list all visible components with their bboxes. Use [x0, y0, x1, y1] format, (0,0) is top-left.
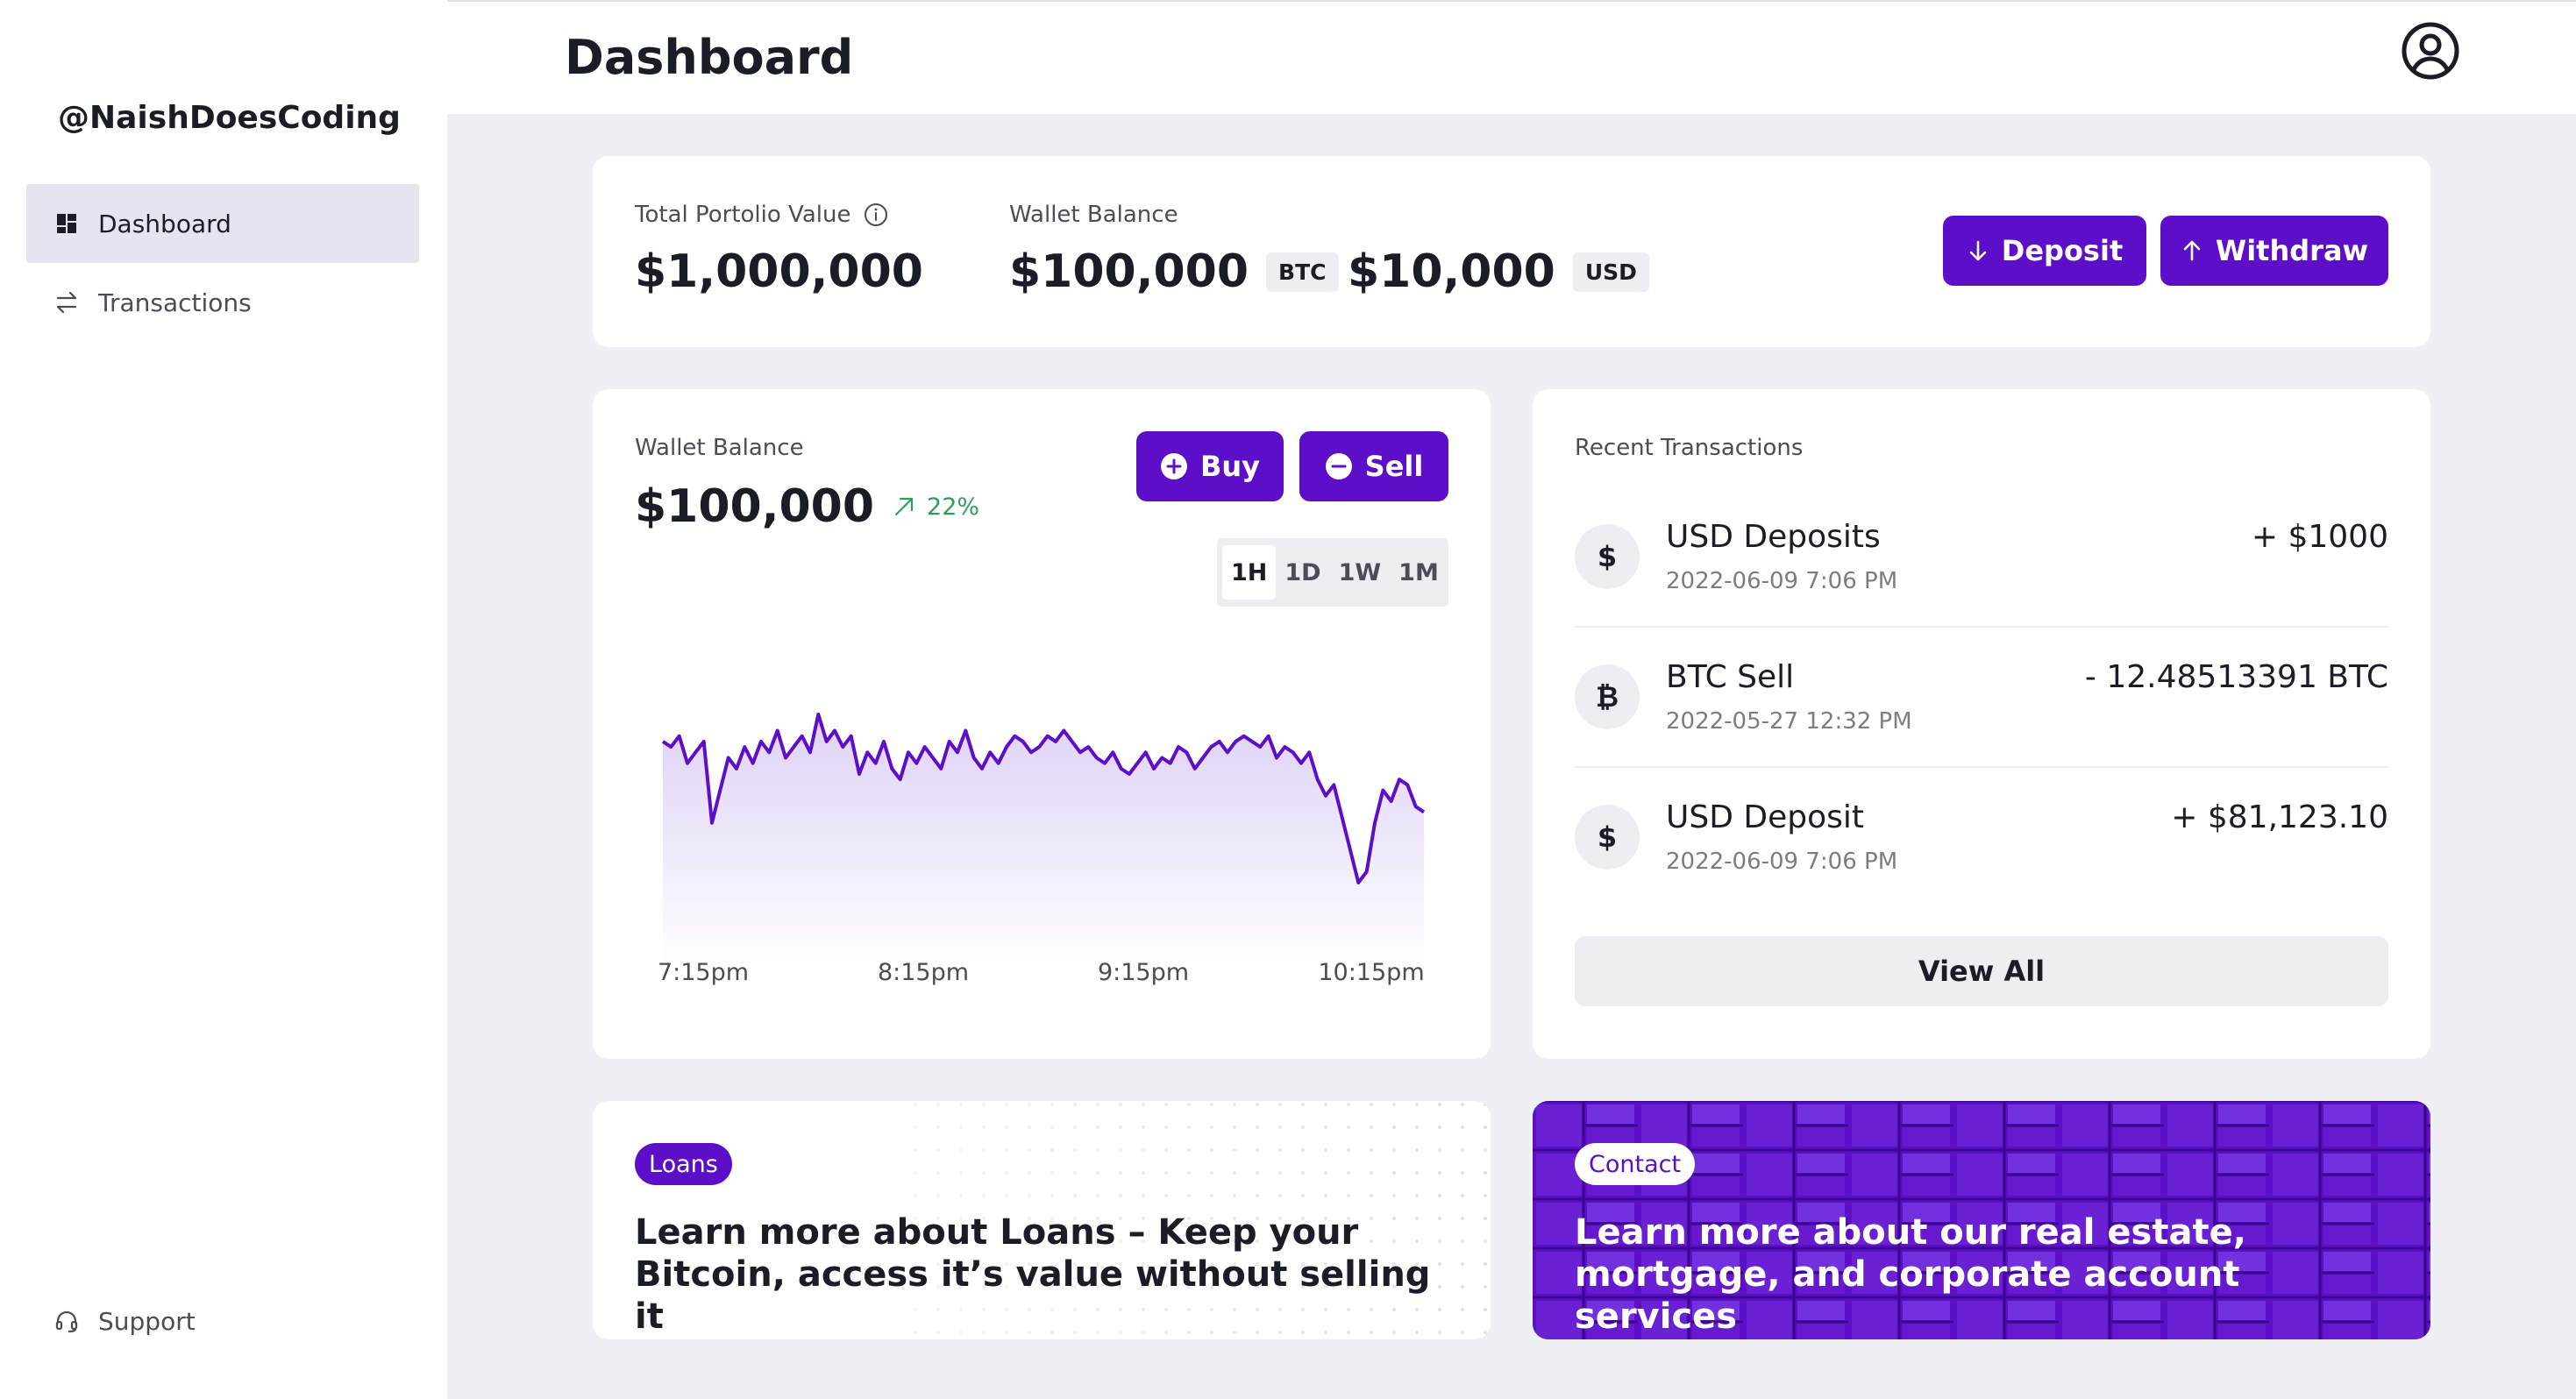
- x-axis: 7:15pm 8:15pm 9:15pm 10:15pm: [658, 959, 1425, 986]
- tab-1m[interactable]: 1M: [1390, 545, 1448, 600]
- sidebar-item-label: Transactions: [98, 288, 252, 317]
- recent-transactions-title: Recent Transactions: [1575, 435, 1804, 461]
- transaction-date: 2022-05-27 12:32 PM: [1666, 708, 1912, 735]
- dollar-icon: $: [1575, 805, 1640, 870]
- sidebar-item-support[interactable]: Support: [26, 1282, 419, 1360]
- x-tick-label: 7:15pm: [658, 959, 749, 986]
- withdraw-button[interactable]: Withdraw: [2160, 216, 2388, 286]
- transaction-row[interactable]: $ USD Deposit 2022-06-09 7:06 PM + $81,1…: [1575, 768, 2388, 908]
- x-tick-label: 9:15pm: [1098, 959, 1189, 986]
- tab-1d[interactable]: 1D: [1276, 545, 1329, 600]
- sidebar-item-transactions[interactable]: Transactions: [26, 263, 419, 342]
- transaction-title: BTC Sell: [1666, 659, 1795, 695]
- contact-pill[interactable]: Contact: [1575, 1143, 1696, 1185]
- btc-balance-value: $100,000: [1009, 245, 1249, 298]
- wallet-chart-value-row: $100,000 22%: [635, 480, 979, 533]
- wallet-chart-card: Wallet Balance $100,000 22% Buy Sell 1H …: [593, 389, 1491, 1059]
- withdraw-label: Withdraw: [2215, 234, 2369, 267]
- tab-1w[interactable]: 1W: [1330, 545, 1391, 600]
- bitcoin-icon: ₿: [1575, 664, 1640, 729]
- transaction-date: 2022-06-09 7:06 PM: [1666, 849, 1898, 875]
- total-portfolio-label-row: Total Portolio Value: [635, 202, 889, 228]
- deposit-button[interactable]: Deposit: [1943, 216, 2146, 286]
- contact-promo-card[interactable]: Contact Learn more about our real estate…: [1533, 1101, 2430, 1339]
- brand-name: @NaishDoesCoding: [58, 100, 401, 136]
- usd-balance-value: $10,000: [1348, 245, 1555, 298]
- page-title: Dashboard: [565, 30, 854, 85]
- transaction-title: USD Deposits: [1666, 519, 1881, 555]
- deposit-label: Deposit: [2001, 234, 2124, 267]
- dashboard-grid-icon: [54, 211, 79, 236]
- growth-percent: 22%: [927, 493, 980, 521]
- recent-transactions-card: Recent Transactions $ USD Deposits 2022-…: [1533, 389, 2430, 1059]
- user-circle-icon[interactable]: [2401, 21, 2460, 81]
- x-tick-label: 8:15pm: [878, 959, 969, 986]
- wallet-balance-label: Wallet Balance: [1009, 202, 1178, 228]
- loans-pill[interactable]: Loans: [635, 1143, 732, 1185]
- total-portfolio-label: Total Portolio Value: [635, 202, 851, 228]
- sidebar-item-label: Support: [98, 1306, 196, 1336]
- dollar-icon: $: [1575, 524, 1640, 589]
- timeframe-selector: 1H 1D 1W 1M: [1217, 538, 1448, 607]
- arrows-swap-icon: [54, 290, 79, 315]
- info-icon[interactable]: [863, 202, 889, 228]
- sidebar: @NaishDoesCoding Dashboard Transactions …: [0, 0, 447, 1399]
- wallet-chart-label: Wallet Balance: [635, 435, 804, 461]
- wallet-chart-value: $100,000: [635, 480, 875, 533]
- arrow-up-icon: [2183, 240, 2201, 261]
- usd-balance: $10,000 USD: [1348, 245, 1649, 298]
- series-line: [661, 713, 1426, 884]
- btc-balance: $100,000 BTC: [1009, 245, 1339, 298]
- usd-badge: USD: [1572, 252, 1649, 292]
- transaction-title: USD Deposit: [1666, 799, 1864, 835]
- buy-label: Buy: [1199, 450, 1261, 483]
- sidebar-item-label: Dashboard: [98, 209, 231, 238]
- view-all-button[interactable]: View All: [1575, 936, 2388, 1006]
- transaction-row[interactable]: ₿ BTC Sell 2022-05-27 12:32 PM - 12.4851…: [1575, 628, 2388, 768]
- headset-icon: [54, 1309, 79, 1333]
- sell-button[interactable]: Sell: [1299, 431, 1448, 501]
- loans-promo-card[interactable]: Loans Learn more about Loans – Keep your…: [593, 1101, 1491, 1339]
- series-area: [663, 714, 1424, 968]
- transaction-date: 2022-06-09 7:06 PM: [1666, 568, 1898, 594]
- growth-indicator: 22%: [892, 494, 979, 521]
- trend-up-icon: [894, 497, 914, 516]
- top-header: Dashboard: [447, 2, 2576, 114]
- total-portfolio-value: $1,000,000: [635, 245, 923, 298]
- sell-label: Sell: [1364, 450, 1424, 483]
- transaction-row[interactable]: $ USD Deposits 2022-06-09 7:06 PM + $100…: [1575, 487, 2388, 628]
- loans-promo-text: Learn more about Loans – Keep your Bitco…: [635, 1212, 1431, 1337]
- minus-circle-icon: [1325, 453, 1352, 479]
- btc-badge: BTC: [1266, 252, 1339, 292]
- tab-1h[interactable]: 1H: [1222, 545, 1277, 600]
- transaction-amount: + $1000: [2251, 519, 2388, 555]
- portfolio-summary-card: Total Portolio Value $1,000,000 Wallet B…: [593, 156, 2430, 347]
- arrow-down-icon: [1969, 240, 1987, 261]
- sidebar-item-dashboard[interactable]: Dashboard: [26, 184, 419, 263]
- plus-circle-icon: [1160, 453, 1187, 479]
- buy-button[interactable]: Buy: [1136, 431, 1284, 501]
- transaction-amount: - 12.48513391 BTC: [2084, 659, 2388, 695]
- x-tick-label: 10:15pm: [1318, 959, 1424, 986]
- contact-promo-text: Learn more about our real estate, mortga…: [1575, 1212, 2246, 1337]
- transaction-amount: + $81,123.10: [2171, 799, 2388, 835]
